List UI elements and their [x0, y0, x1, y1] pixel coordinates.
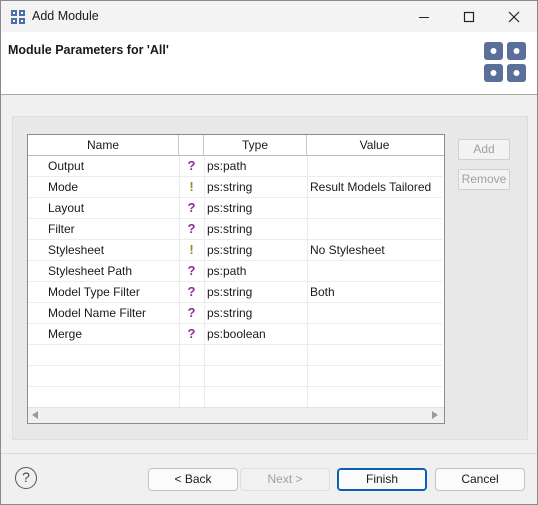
module-grid-icon: [484, 42, 526, 82]
footer-separator: [1, 453, 537, 454]
maximize-button[interactable]: [447, 1, 491, 32]
table-row[interactable]: Stylesheet Path? ps:path: [28, 261, 442, 282]
content-area: Name Type Value Output? ps:path Mode! ps:st…: [12, 116, 528, 440]
column-header-value[interactable]: Value: [307, 135, 442, 156]
parameter-type: ps:string: [207, 180, 253, 194]
parameter-name: Stylesheet Path: [48, 264, 133, 278]
parameter-value[interactable]: [310, 261, 442, 282]
table-row[interactable]: Model Type Filter? ps:string Both: [28, 282, 442, 303]
remove-button[interactable]: Remove: [458, 169, 510, 190]
column-divider: [307, 156, 308, 407]
minimize-icon: [419, 16, 429, 18]
add-button[interactable]: Add: [458, 139, 510, 160]
add-module-dialog: Add Module Module Parameters for 'All' N…: [0, 0, 538, 505]
help-icon: ?: [187, 158, 196, 173]
table-header: Name Type Value: [28, 135, 444, 156]
maximize-icon: [463, 11, 475, 22]
column-header-type[interactable]: Type: [204, 135, 307, 156]
table-row: [28, 387, 442, 408]
parameter-name: Output: [48, 159, 85, 173]
parameter-name: Merge: [48, 327, 83, 341]
title-bar: Add Module: [1, 1, 537, 32]
table-row[interactable]: Filter? ps:string: [28, 219, 442, 240]
table-row: [28, 345, 442, 366]
finish-button[interactable]: Finish: [337, 468, 427, 491]
parameter-name: Model Name Filter: [48, 306, 147, 320]
column-header-icon[interactable]: [179, 135, 204, 156]
horizontal-scrollbar[interactable]: [28, 407, 444, 423]
next-button[interactable]: Next >: [240, 468, 330, 491]
wizard-header: Module Parameters for 'All': [1, 32, 537, 95]
table-row[interactable]: Output? ps:path: [28, 156, 442, 177]
table-row: [28, 366, 442, 387]
scroll-left-icon[interactable]: [32, 411, 38, 419]
parameter-type: ps:string: [207, 243, 253, 257]
parameter-type: ps:string: [207, 306, 253, 320]
parameter-name: Stylesheet: [48, 243, 105, 257]
close-button[interactable]: [492, 1, 536, 32]
parameter-type: ps:path: [207, 159, 247, 173]
parameter-value[interactable]: [310, 324, 442, 345]
app-icon: [11, 10, 25, 24]
minimize-button[interactable]: [402, 1, 446, 32]
help-icon: ?: [187, 263, 196, 278]
column-divider: [204, 156, 205, 407]
parameter-value[interactable]: Both: [310, 282, 442, 303]
column-divider: [179, 156, 180, 407]
close-icon: [508, 11, 520, 22]
table-row[interactable]: Merge? ps:boolean: [28, 324, 442, 345]
help-button[interactable]: ?: [15, 467, 37, 489]
warning-icon: !: [189, 179, 194, 194]
parameter-name: Layout: [48, 201, 85, 215]
parameter-value[interactable]: [310, 198, 442, 219]
parameter-value[interactable]: [310, 219, 442, 240]
help-icon: ?: [187, 284, 196, 299]
help-icon: ?: [187, 326, 196, 341]
parameter-name: Mode: [48, 180, 79, 194]
help-icon: ?: [187, 221, 196, 236]
warning-icon: !: [189, 242, 194, 257]
window-title: Add Module: [32, 9, 99, 23]
parameter-name: Filter: [48, 222, 75, 236]
parameters-table: Name Type Value Output? ps:path Mode! ps:st…: [27, 134, 445, 424]
table-row[interactable]: Model Name Filter? ps:string: [28, 303, 442, 324]
cancel-button[interactable]: Cancel: [435, 468, 525, 491]
parameter-value[interactable]: Result Models Tailored: [310, 177, 442, 198]
help-icon: ?: [187, 305, 196, 320]
parameter-type: ps:string: [207, 285, 253, 299]
column-header-name[interactable]: Name: [28, 135, 179, 156]
parameter-value[interactable]: [310, 156, 442, 177]
parameter-value[interactable]: [310, 303, 442, 324]
back-button[interactable]: < Back: [148, 468, 238, 491]
page-title: Module Parameters for 'All': [8, 43, 169, 57]
parameter-type: ps:string: [207, 201, 253, 215]
parameter-type: ps:boolean: [207, 327, 266, 341]
table-row[interactable]: Stylesheet! ps:string No Stylesheet: [28, 240, 442, 261]
help-icon: ?: [187, 200, 196, 215]
parameter-type: ps:path: [207, 264, 247, 278]
parameter-type: ps:string: [207, 222, 253, 236]
scroll-right-icon[interactable]: [432, 411, 438, 419]
parameter-name: Model Type Filter: [48, 285, 140, 299]
table-row[interactable]: Layout? ps:string: [28, 198, 442, 219]
parameter-value[interactable]: No Stylesheet: [310, 240, 442, 261]
table-row[interactable]: Mode! ps:string Result Models Tailored: [28, 177, 442, 198]
